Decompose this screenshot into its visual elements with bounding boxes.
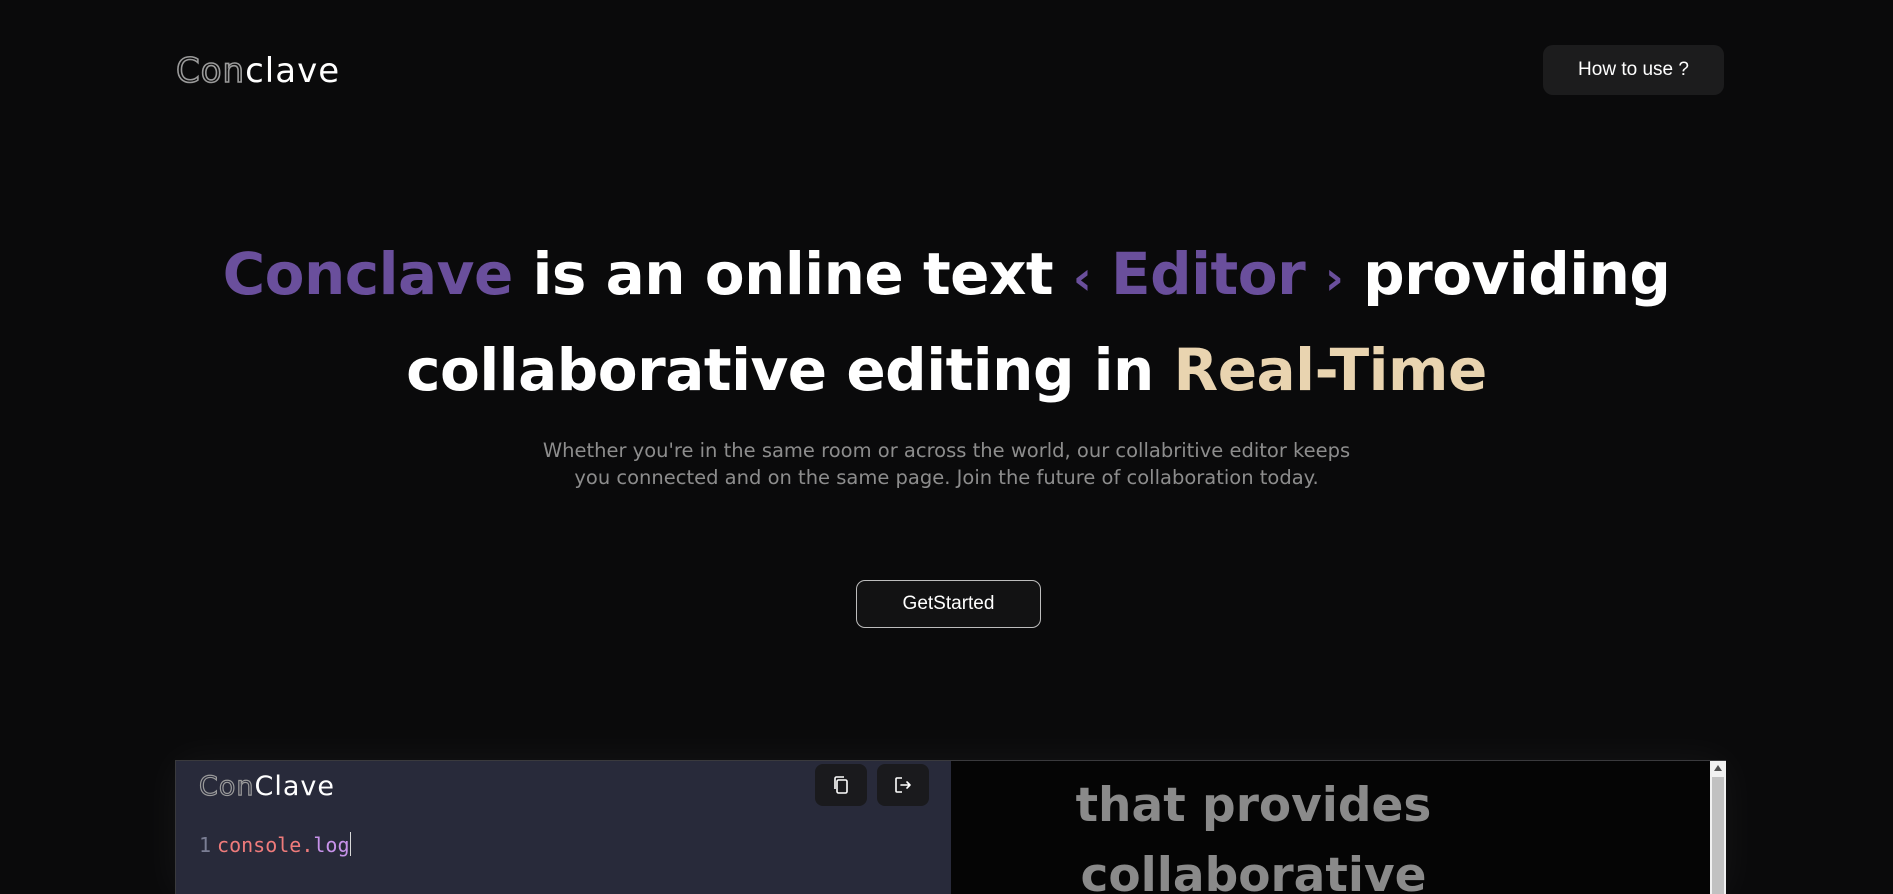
chevron-right-icon: › xyxy=(1324,251,1344,305)
logo-part-clave: clave xyxy=(245,51,341,91)
editor-logo-clave: Clave xyxy=(254,771,335,802)
scroll-thumb[interactable] xyxy=(1712,777,1724,894)
copy-button[interactable] xyxy=(815,764,867,806)
code-method: log xyxy=(313,833,350,857)
brand-logo[interactable]: Conclave xyxy=(175,48,341,94)
line-number: 1 xyxy=(199,833,212,857)
output-text: that provides collaborative xyxy=(951,771,1556,894)
editor-preview: ConClave 1 console.log that provides col… xyxy=(175,760,1726,894)
code-editor-pane[interactable]: ConClave 1 console.log xyxy=(176,761,951,894)
output-pane: that provides collaborative xyxy=(951,761,1726,894)
headline-editor: Editor xyxy=(1091,240,1325,308)
output-scrollbar[interactable] xyxy=(1710,761,1726,894)
copy-icon xyxy=(834,776,848,794)
headline-realtime: Real-Time xyxy=(1173,336,1488,404)
subtitle-line1: Whether you're in the same room or acros… xyxy=(542,439,1351,462)
editor-logo-con: Con xyxy=(198,770,255,802)
text-cursor xyxy=(349,832,351,856)
code-line[interactable]: 1 console.log xyxy=(199,831,351,859)
leave-room-button[interactable] xyxy=(877,764,929,806)
headline-brand: Conclave xyxy=(222,240,514,308)
editor-logo: ConClave xyxy=(198,770,335,802)
code-dot: . xyxy=(301,833,314,857)
headline-line2: collaborative editing in xyxy=(406,336,1174,404)
output-line2: collaborative xyxy=(1080,848,1427,894)
code-object: console xyxy=(217,833,302,857)
hero-subtitle: Whether you're in the same room or acros… xyxy=(0,437,1893,491)
hero-headline: Conclave is an online text ‹ Editor › pr… xyxy=(0,228,1893,416)
get-started-button[interactable]: GetStarted xyxy=(856,580,1041,628)
subtitle-line2: you connected and on the same page. Join… xyxy=(574,466,1319,489)
logo-part-con: Con xyxy=(175,50,246,92)
chevron-left-icon: ‹ xyxy=(1072,251,1092,305)
headline-end: providing xyxy=(1343,240,1671,308)
landing-page: Conclave How to use ? Conclave is an onl… xyxy=(0,0,1893,894)
headline-mid: is an online text xyxy=(512,240,1073,308)
how-to-use-button[interactable]: How to use ? xyxy=(1543,45,1724,95)
logout-icon xyxy=(895,777,911,793)
scroll-up-arrow-icon[interactable] xyxy=(1714,765,1722,771)
output-line1: that provides xyxy=(1075,778,1432,833)
